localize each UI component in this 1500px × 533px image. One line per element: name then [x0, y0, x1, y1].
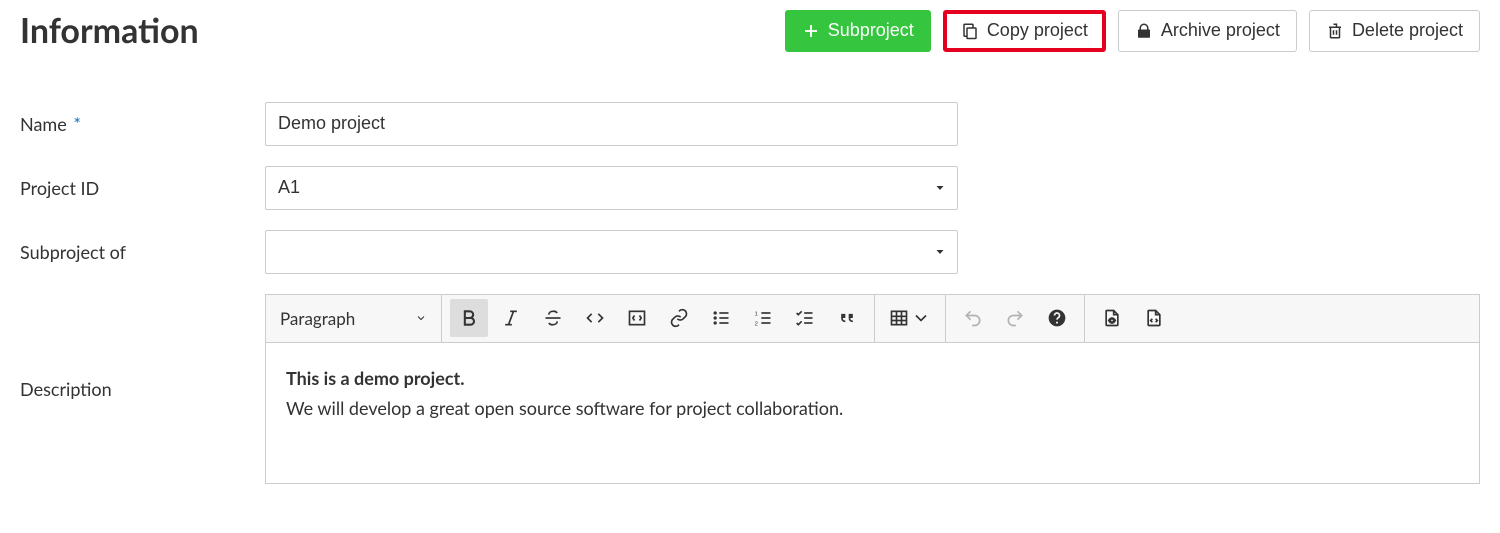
subproject-of-select[interactable]	[265, 230, 958, 274]
chevron-down-icon	[911, 308, 931, 328]
plus-icon	[802, 22, 820, 40]
delete-project-button[interactable]: Delete project	[1309, 10, 1480, 52]
subproject-button[interactable]: Subproject	[785, 10, 931, 52]
archive-project-button[interactable]: Archive project	[1118, 10, 1297, 52]
source-button[interactable]	[1135, 299, 1173, 337]
subproject-of-value[interactable]	[265, 230, 958, 274]
redo-icon	[1005, 308, 1025, 328]
lock-icon	[1135, 22, 1153, 40]
subproject-label: Subproject	[828, 20, 914, 42]
bullet-list-icon	[711, 308, 731, 328]
code-block-button[interactable]	[618, 299, 656, 337]
project-id-select[interactable]	[265, 166, 958, 210]
code-button[interactable]	[576, 299, 614, 337]
description-line-2: We will develop a great open source soft…	[286, 393, 1459, 424]
preview-button[interactable]	[1093, 299, 1131, 337]
italic-button[interactable]	[492, 299, 530, 337]
chevron-down-icon	[415, 312, 427, 324]
copy-project-label: Copy project	[987, 20, 1088, 42]
link-icon	[669, 308, 689, 328]
page-title: Information	[20, 10, 199, 51]
name-input[interactable]	[265, 102, 958, 146]
name-label-text: Name	[20, 113, 67, 135]
trash-icon	[1326, 22, 1344, 40]
table-icon	[889, 308, 909, 328]
numbered-list-button[interactable]: 12	[744, 299, 782, 337]
task-list-icon	[795, 308, 815, 328]
link-button[interactable]	[660, 299, 698, 337]
editor-content[interactable]: This is a demo project. We will develop …	[266, 343, 1479, 483]
svg-text:1: 1	[755, 312, 758, 318]
code-block-icon	[627, 308, 647, 328]
italic-icon	[501, 308, 521, 328]
quote-icon	[837, 308, 857, 328]
code-icon	[585, 308, 605, 328]
project-id-label: Project ID	[20, 177, 265, 199]
strikethrough-icon	[543, 308, 563, 328]
required-marker: *	[69, 113, 81, 135]
redo-button[interactable]	[996, 299, 1034, 337]
undo-icon	[963, 308, 983, 328]
strikethrough-button[interactable]	[534, 299, 572, 337]
copy-icon	[961, 22, 979, 40]
description-line-1: This is a demo project.	[286, 367, 464, 389]
blockquote-button[interactable]	[828, 299, 866, 337]
block-format-value: Paragraph	[280, 308, 355, 329]
bullet-list-button[interactable]	[702, 299, 740, 337]
name-label: Name *	[20, 113, 265, 135]
block-format-select[interactable]: Paragraph	[266, 295, 441, 342]
task-list-button[interactable]	[786, 299, 824, 337]
copy-project-button[interactable]: Copy project	[943, 10, 1106, 52]
editor-toolbar: Paragraph	[266, 295, 1479, 343]
help-icon	[1047, 308, 1067, 328]
numbered-list-icon: 12	[753, 308, 773, 328]
help-button[interactable]	[1038, 299, 1076, 337]
project-id-value[interactable]	[265, 166, 958, 210]
preview-icon	[1102, 308, 1122, 328]
rich-text-editor: Paragraph	[265, 294, 1480, 484]
archive-project-label: Archive project	[1161, 20, 1280, 42]
subproject-of-label: Subproject of	[20, 241, 265, 263]
svg-text:2: 2	[755, 322, 758, 328]
bold-button[interactable]	[450, 299, 488, 337]
bold-icon	[459, 308, 479, 328]
description-label: Description	[20, 378, 265, 400]
undo-button[interactable]	[954, 299, 992, 337]
table-button[interactable]	[883, 299, 937, 337]
action-bar: Subproject Copy project Archive project …	[785, 10, 1480, 52]
source-icon	[1144, 308, 1164, 328]
delete-project-label: Delete project	[1352, 20, 1463, 42]
